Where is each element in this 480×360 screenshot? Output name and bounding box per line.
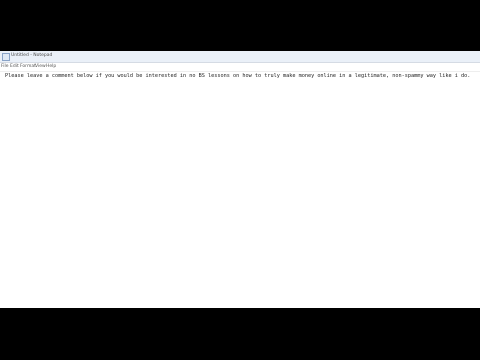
menu-help[interactable]: Help (46, 63, 56, 71)
title-bar[interactable]: Untitled - Notepad (0, 51, 480, 63)
notepad-window: Untitled - Notepad File Edit Format View… (0, 51, 480, 308)
menu-file[interactable]: File (1, 63, 9, 71)
editor-content: Please leave a comment below if you woul… (5, 73, 471, 79)
notepad-icon (2, 53, 10, 61)
text-editor[interactable]: Please leave a comment below if you woul… (0, 72, 480, 308)
menu-bar: File Edit Format View Help (0, 63, 480, 72)
menu-format[interactable]: Format (20, 63, 36, 71)
window-title: Untitled - Notepad (11, 53, 53, 58)
menu-view[interactable]: View (35, 63, 46, 71)
menu-edit[interactable]: Edit (10, 63, 19, 71)
